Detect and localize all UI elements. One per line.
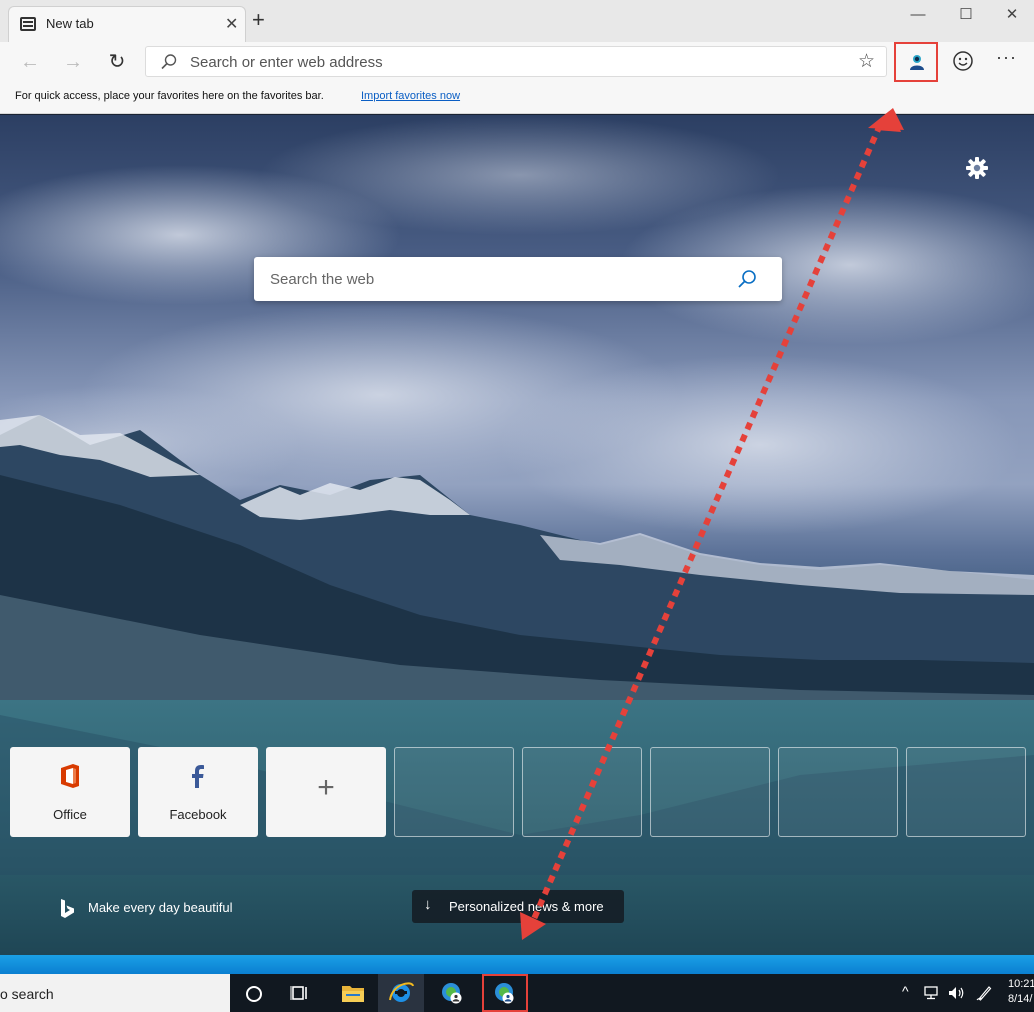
file-explorer-button[interactable] [330, 974, 376, 1012]
internet-explorer-icon [389, 982, 414, 1002]
address-bar[interactable]: Search or enter web address ☆ [145, 46, 887, 77]
feedback-smiley-icon[interactable] [952, 50, 974, 72]
clock-time: 10:21 [1008, 978, 1034, 990]
more-options-button[interactable]: ··· [996, 47, 1017, 68]
tab-new-tab[interactable]: New tab ✕ [8, 6, 246, 42]
plus-icon: + [317, 771, 335, 804]
tile-empty[interactable] [394, 747, 514, 837]
minimize-button[interactable]: — [903, 4, 933, 28]
volume-icon[interactable] [948, 986, 966, 1000]
new-tab-button[interactable]: + [252, 9, 265, 31]
tile-office[interactable]: Office [10, 747, 130, 837]
import-favorites-link[interactable]: Import favorites now [361, 90, 460, 102]
bing-tagline: Make every day beautiful [88, 900, 233, 915]
pen-workspace-icon[interactable] [976, 985, 992, 1001]
settings-gear-icon[interactable] [964, 155, 990, 181]
cortana-button[interactable] [232, 974, 278, 1012]
tile-empty[interactable] [522, 747, 642, 837]
arrow-down-icon: ↓ [424, 896, 432, 913]
address-placeholder: Search or enter web address [190, 54, 383, 71]
refresh-button[interactable]: ↻ [103, 48, 131, 76]
close-window-button[interactable]: ✕ [997, 4, 1027, 28]
new-tab-page-icon [20, 17, 36, 31]
taskbar-search-box[interactable]: o search [0, 974, 230, 1012]
toolbar: ← → ↻ Search or enter web address ☆ ··· [0, 42, 1034, 82]
tray-expand-chevron-icon[interactable]: ^ [902, 983, 909, 999]
tile-label: Facebook [169, 807, 227, 822]
personalized-news-button[interactable]: ↓ Personalized news & more [412, 890, 624, 923]
taskbar: o search ^ 10:21 8/14/ [0, 974, 1034, 1012]
task-view-button[interactable] [278, 974, 324, 1012]
web-search-placeholder: Search the web [270, 271, 375, 288]
tile-label: Office [53, 807, 87, 822]
internet-explorer-button[interactable] [378, 974, 424, 1012]
folder-icon [342, 986, 364, 1002]
search-icon [161, 54, 177, 70]
tab-title: New tab [46, 16, 94, 31]
bing-logo-icon [61, 899, 74, 918]
tile-facebook[interactable]: Facebook [138, 747, 258, 837]
tile-empty[interactable] [778, 747, 898, 837]
tile-empty[interactable] [650, 747, 770, 837]
web-search-box[interactable]: Search the web [254, 257, 782, 301]
favorites-bar: For quick access, place your favorites h… [0, 82, 1034, 114]
cortana-circle-icon [246, 986, 262, 1002]
edge-profile-app-button[interactable] [430, 974, 476, 1012]
favorite-star-icon[interactable]: ☆ [858, 50, 875, 73]
tile-add-site[interactable]: + [266, 747, 386, 837]
tile-empty[interactable] [906, 747, 1026, 837]
news-button-label: Personalized news & more [449, 899, 604, 914]
back-button[interactable]: ← [16, 48, 44, 76]
desktop-background-strip [0, 955, 1034, 974]
new-tab-page: Search the web Office Facebook + Make ev… [0, 115, 1034, 955]
profile-avatar-icon [910, 55, 924, 70]
network-icon[interactable] [924, 986, 942, 1000]
facebook-icon [192, 765, 204, 788]
tab-strip: New tab ✕ + — ☐ ✕ [0, 0, 1034, 42]
edge-profile-app-button-highlighted[interactable] [482, 974, 528, 1012]
taskbar-search-text: o search [0, 986, 54, 1002]
maximize-button[interactable]: ☐ [951, 4, 981, 28]
task-view-icon [290, 986, 307, 1000]
office-icon [61, 764, 79, 788]
search-icon[interactable] [736, 268, 758, 290]
tab-close-icon[interactable]: ✕ [225, 14, 238, 34]
edge-beta-icon [442, 983, 462, 1004]
forward-button[interactable]: → [59, 48, 87, 76]
clock-date: 8/14/ [1008, 993, 1033, 1005]
favorites-bar-message: For quick access, place your favorites h… [15, 90, 324, 102]
profile-button[interactable] [894, 42, 938, 82]
system-clock[interactable]: 10:21 8/14/ [1008, 977, 1034, 1007]
edge-dev-icon [495, 983, 514, 1004]
